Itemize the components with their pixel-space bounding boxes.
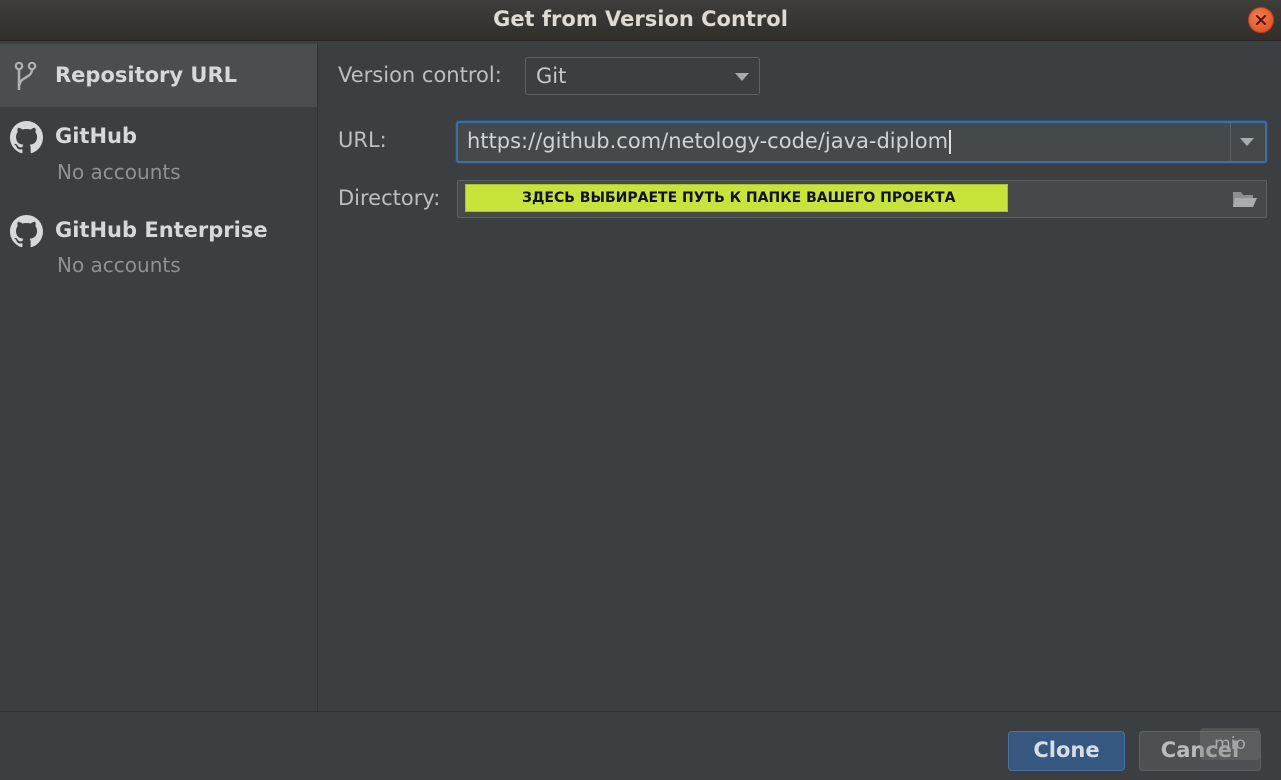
sidebar-item-label: GitHub Enterprise [55, 218, 268, 242]
version-control-select[interactable]: Git [525, 57, 760, 95]
directory-annotation-text: ЗДЕСЬ ВЫБИРАЕТЕ ПУТЬ К ПАПКЕ ВАШЕГО ПРОЕ… [522, 190, 956, 206]
sidebar-item-label: GitHub [55, 124, 138, 148]
dialog-footer: Clone Cancel mio [0, 711, 1281, 780]
directory-label: Directory: [338, 186, 441, 210]
sidebar-item-repository-url[interactable]: Repository URL [0, 44, 317, 107]
url-history-dropdown-icon[interactable] [1240, 138, 1254, 146]
github-icon [10, 121, 43, 158]
close-icon [1256, 15, 1266, 25]
url-label: URL: [338, 128, 387, 152]
github-icon [10, 215, 43, 252]
sidebar-item-github-enterprise[interactable]: GitHub Enterprise No accounts [0, 199, 317, 293]
url-input[interactable]: https://github.com/netology-code/java-di… [456, 121, 1267, 163]
window-title: Get from Version Control [493, 7, 788, 31]
text-caret [949, 130, 952, 154]
vcs-branch-icon [10, 60, 40, 96]
directory-annotation-highlight: ЗДЕСЬ ВЫБИРАЕТЕ ПУТЬ К ПАПКЕ ВАШЕГО ПРОЕ… [465, 184, 1008, 212]
url-dropdown-divider [1230, 123, 1231, 161]
directory-input[interactable]: ЗДЕСЬ ВЫБИРАЕТЕ ПУТЬ К ПАПКЕ ВАШЕГО ПРОЕ… [457, 180, 1267, 218]
title-bar[interactable]: Get from Version Control [0, 0, 1281, 41]
url-value: https://github.com/netology-code/java-di… [467, 129, 952, 154]
sidebar: Repository URL GitHub No accounts GitHub… [0, 44, 318, 711]
main-panel: Version control: Git URL: https://github… [318, 44, 1281, 711]
chevron-down-icon [735, 73, 749, 81]
watermark: mio [1200, 728, 1260, 760]
folder-open-icon[interactable] [1232, 190, 1258, 213]
dialog-window: Get from Version Control Repository URL [0, 0, 1281, 780]
sidebar-item-sublabel: No accounts [57, 253, 181, 277]
sidebar-item-github[interactable]: GitHub No accounts [0, 107, 317, 199]
sidebar-item-label: Repository URL [55, 63, 237, 87]
clone-button[interactable]: Clone [1008, 731, 1125, 771]
version-control-value: Git [536, 64, 567, 88]
sidebar-item-sublabel: No accounts [57, 160, 181, 184]
close-button[interactable] [1248, 7, 1274, 33]
version-control-label: Version control: [338, 63, 502, 87]
